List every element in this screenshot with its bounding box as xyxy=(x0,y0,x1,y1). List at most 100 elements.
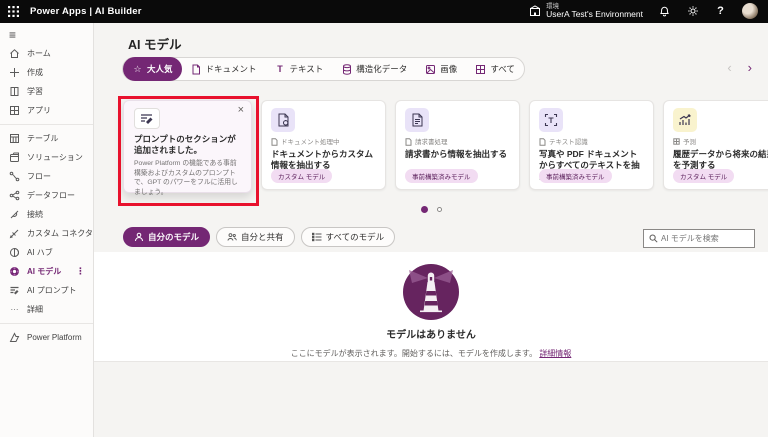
model-card-ocr[interactable]: テキスト認識 写真や PDF ドキュメントからすべてのテキストを抽出する (OC… xyxy=(529,100,654,190)
tab-all-models[interactable]: すべてのモデル xyxy=(300,227,396,247)
user-avatar[interactable] xyxy=(742,3,758,20)
invoice-icon xyxy=(405,108,429,132)
lighthouse-illustration xyxy=(94,264,768,322)
ai-models-icon xyxy=(9,266,20,277)
star-icon: ☆ xyxy=(133,63,142,74)
image-icon xyxy=(425,64,436,75)
sidebar-item-label: カスタム コネクタ xyxy=(27,229,93,238)
model-type-badge: カスタム モデル xyxy=(271,169,333,183)
category-tab-strip: ☆ 大人気 ドキュメント T テキスト 構造化データ 画像 すべて xyxy=(122,57,525,81)
sidebar-item-apps[interactable]: アプリ xyxy=(0,101,93,120)
power-platform-icon xyxy=(9,332,20,343)
sidebar-item-ai-hub[interactable]: AI ハブ xyxy=(0,243,93,262)
environment-icon xyxy=(528,5,541,18)
tab-all[interactable]: すべて xyxy=(466,57,524,81)
sidebar-item-create[interactable]: 作成 xyxy=(0,63,93,82)
chevron-right-icon[interactable]: › xyxy=(748,61,752,74)
sidebar-item-label: 詳細 xyxy=(27,305,43,314)
sidebar-item-ai-prompts[interactable]: AI プロンプト xyxy=(0,281,93,300)
person-icon xyxy=(134,232,144,242)
sidebar-item-ai-models[interactable]: AI モデル ⋮ xyxy=(0,262,93,281)
callout-body: Power Platform の機能である事前構築およびカスタムのプロンプトで、… xyxy=(134,160,238,196)
close-icon[interactable]: × xyxy=(238,104,244,116)
sidebar-item-label: テーブル xyxy=(27,134,59,143)
sidebar-item-home[interactable]: ホーム xyxy=(0,44,93,63)
page-icon xyxy=(539,137,546,146)
chevron-left-icon[interactable]: ‹ xyxy=(727,61,731,74)
top-bar: Power Apps | AI Builder 環境 UserA Test's … xyxy=(0,0,768,23)
sidebar-item-learn[interactable]: 学習 xyxy=(0,82,93,101)
model-search-box xyxy=(643,229,755,248)
tab-my-models[interactable]: 自分のモデル xyxy=(123,227,211,247)
sidebar-item-solutions[interactable]: ソリューション xyxy=(0,148,93,167)
learn-more-link[interactable]: 詳細情報 xyxy=(539,349,571,358)
sidebar-item-label: 学習 xyxy=(27,87,43,96)
card-category: 予測 xyxy=(683,139,696,146)
trend-chart-icon xyxy=(673,108,697,132)
main-content: AI モデル ☆ 大人気 ドキュメント T テキスト 構造化データ 画像 すべて… xyxy=(94,23,768,437)
card-title: 請求書から情報を抽出する xyxy=(405,149,508,159)
model-card-document-custom-extract[interactable]: ドキュメント処理中 ドキュメントからカスタム情報を抽出する カスタム モデル xyxy=(261,100,386,190)
sidebar-divider xyxy=(0,323,93,324)
environment-switcher[interactable]: 環境 UserA Test's Environment xyxy=(528,3,643,20)
sidebar-item-dataflows[interactable]: データフロー xyxy=(0,186,93,205)
ai-hub-icon xyxy=(9,247,20,258)
tab-popular[interactable]: ☆ 大人気 xyxy=(123,57,182,81)
collapse-nav-icon[interactable]: ≡ xyxy=(0,26,93,44)
card-title: ドキュメントからカスタム情報を抽出する xyxy=(271,149,374,171)
dataflow-icon xyxy=(9,190,20,201)
database-icon xyxy=(341,63,352,75)
top-bar-actions: 環境 UserA Test's Environment ? xyxy=(528,3,768,20)
model-type-badge: カスタム モデル xyxy=(673,169,735,183)
more-vertical-icon[interactable]: ⋮ xyxy=(76,266,88,277)
sidebar-item-label: Power Platform xyxy=(27,333,82,342)
solutions-icon xyxy=(9,152,20,163)
card-category: 請求書処理 xyxy=(415,139,448,146)
model-card-prediction[interactable]: 予測 履歴データから将来の結果を予測する カスタム モデル xyxy=(663,100,768,190)
tab-shared-with-me[interactable]: 自分と共有 xyxy=(216,227,295,247)
card-title: 履歴データから将来の結果を予測する xyxy=(673,149,768,171)
carousel-pagination xyxy=(94,206,768,213)
sidebar-item-custom-connectors[interactable]: カスタム コネクタ xyxy=(0,224,93,243)
model-type-badge: 事前構築済みモデル xyxy=(539,169,612,183)
app-title: Power Apps | AI Builder xyxy=(30,6,142,17)
list-icon xyxy=(311,232,322,242)
tab-images[interactable]: 画像 xyxy=(416,57,466,81)
tab-structured-data[interactable]: 構造化データ xyxy=(332,57,416,81)
sidebar-item-connections[interactable]: 接続 xyxy=(0,205,93,224)
tab-text[interactable]: T テキスト xyxy=(266,57,333,81)
sidebar-item-power-platform[interactable]: Power Platform xyxy=(0,328,93,347)
custom-connector-icon xyxy=(9,228,20,239)
table-icon xyxy=(9,133,20,144)
search-input[interactable] xyxy=(661,234,749,243)
sidebar-divider xyxy=(0,124,93,125)
empty-state-title: モデルはありません xyxy=(386,330,476,341)
ai-prompts-icon xyxy=(9,285,20,296)
model-type-badge: 事前構築済みモデル xyxy=(405,169,478,183)
grid-icon xyxy=(475,64,486,75)
notifications-bell-icon[interactable] xyxy=(658,5,671,18)
home-icon xyxy=(9,48,20,59)
tab-documents[interactable]: ドキュメント xyxy=(182,57,266,81)
pagination-dot-active[interactable] xyxy=(420,206,428,213)
document-icon xyxy=(191,64,202,75)
empty-state-description: ここにモデルが表示されます。開始するには、モデルを作成します。 詳細情報 xyxy=(290,349,572,358)
plug-icon xyxy=(9,209,20,220)
sidebar-item-more[interactable]: ··· 詳細 xyxy=(0,300,93,319)
waffle-menu-icon[interactable] xyxy=(0,0,26,23)
page-icon xyxy=(271,137,278,146)
sidebar-item-label: AI プロンプト xyxy=(27,286,77,295)
sidebar-item-tables[interactable]: テーブル xyxy=(0,129,93,148)
sidebar-item-flows[interactable]: フロー xyxy=(0,167,93,186)
card-category: テキスト認識 xyxy=(549,139,588,146)
help-icon[interactable]: ? xyxy=(714,5,727,18)
prompts-teaching-callout: × プロンプトのセクションが追加されました。 Power Platform の機… xyxy=(123,100,252,196)
settings-gear-icon[interactable] xyxy=(686,5,699,18)
sidebar-item-label: 接続 xyxy=(27,210,43,219)
pagination-dot[interactable] xyxy=(436,207,442,212)
app-window: Power Apps | AI Builder 環境 UserA Test's … xyxy=(0,0,768,437)
sidebar-item-label: AI モデル xyxy=(27,267,62,276)
model-card-invoice-extract[interactable]: 請求書処理 請求書から情報を抽出する 事前構築済みモデル xyxy=(395,100,520,190)
prompt-icon xyxy=(134,108,160,129)
left-navigation: ≡ ホーム 作成 学習 アプリ テーブル ソリューション フロー データフロー … xyxy=(0,23,94,437)
